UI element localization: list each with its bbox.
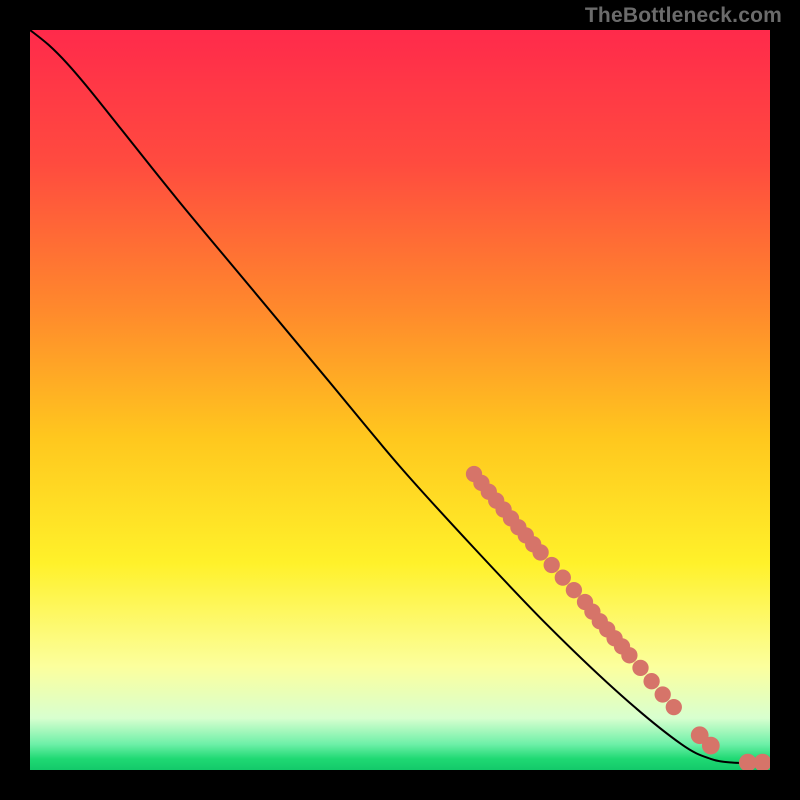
data-marker [621,647,637,663]
data-marker [632,660,648,676]
attribution-label: TheBottleneck.com [585,4,782,28]
data-marker [532,544,548,560]
data-marker [555,569,571,585]
data-marker [655,686,671,702]
chart-stage: TheBottleneck.com [0,0,800,800]
data-marker [643,673,659,689]
data-marker [544,557,560,573]
plot-area [30,30,770,770]
data-marker [702,737,720,755]
gradient-background [30,30,770,770]
data-marker [566,582,582,598]
data-marker [666,699,682,715]
plot-svg [30,30,770,770]
